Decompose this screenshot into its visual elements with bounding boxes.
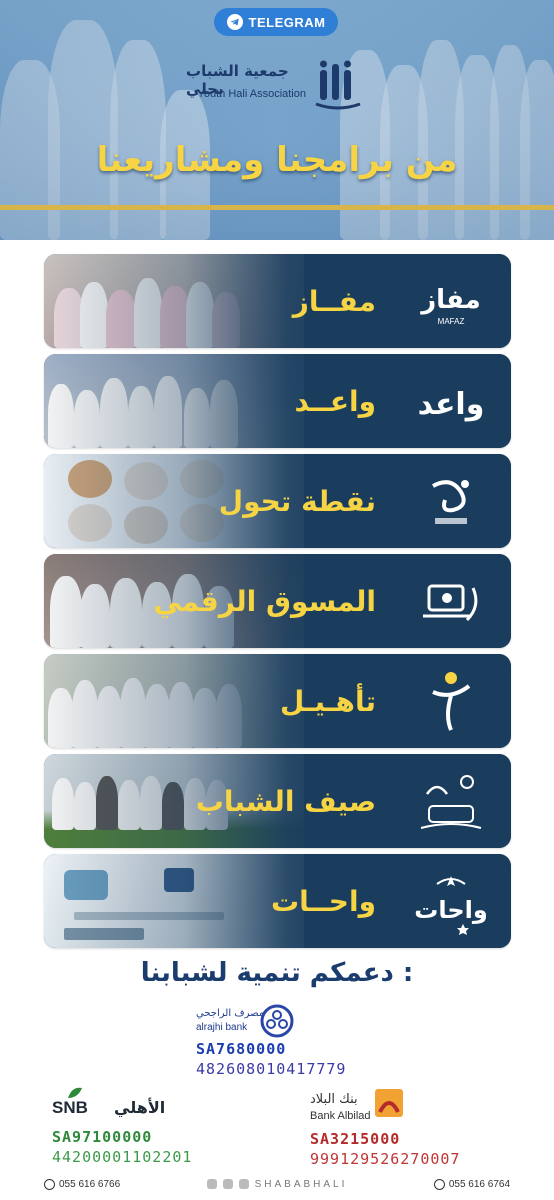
social-icon [206,1179,217,1189]
program-name: واحــات [271,884,376,918]
iban-prefix[interactable]: SA97100000 [52,1128,152,1146]
program-card-turning-point[interactable]: نقطة تحول [44,454,511,548]
mafaz-icon: مفاز MAFAZ [411,266,491,336]
support-title: دعمكم تنمية لشبابنا : [140,958,414,988]
program-name: المسوق الرقمي [153,584,376,618]
iban-number[interactable]: 44200001102201 [52,1148,192,1166]
iban-prefix[interactable]: SA3215000 [310,1130,400,1148]
youth-summer-icon [411,766,491,836]
phone-number: 055 616 6766 [59,1178,121,1190]
program-card-youth-summer[interactable]: صيف الشباب [44,754,511,848]
program-name: مفــاز [292,284,376,318]
program-name: نقطة تحول [218,484,376,518]
association-logo: جمعية الشباب بحلي Youth Hali Association [186,56,366,112]
svg-text:واعد: واعد [418,387,485,422]
iban-number[interactable]: 482608010417779 [196,1060,346,1078]
telegram-button[interactable]: TELEGRAM [214,8,338,36]
iban-number[interactable]: 999129526270007 [310,1150,460,1168]
bank-name-english: alrajhi bank [196,1022,248,1033]
waed-icon: واعد [411,366,491,436]
program-card-taheel[interactable]: تأهـيـل [44,654,511,748]
iban-prefix[interactable]: SA7680000 [196,1040,286,1058]
svg-text:واحات: واحات [414,896,488,924]
program-card-digital-marketer[interactable]: المسوق الرقمي [44,554,511,648]
phone-right[interactable]: 055 616 6764 [433,1178,510,1190]
social-icon [238,1179,249,1189]
svg-text:مفاز: مفاز [419,285,481,315]
digital-marketer-icon [411,566,491,636]
alrajhi-logo-icon [260,1004,294,1038]
whatsapp-icon [433,1178,445,1190]
phone-number: 055 616 6764 [448,1178,510,1190]
albilad-logo-icon [375,1089,403,1117]
social-footer: 055 616 6766 SHABABHALI 055 616 6764 [0,1174,554,1194]
gold-divider [0,205,554,210]
program-card-wahat[interactable]: واحــات واحات [44,854,511,948]
program-card-mafaz[interactable]: مفــاز مفاز MAFAZ [44,254,511,348]
telegram-label: TELEGRAM [248,14,326,30]
bank-name-english: Bank Albilad [310,1110,371,1122]
page-title: من برامجنا ومشاريعنا [96,140,458,180]
logo-english-text: Youth Hali Association [197,88,306,100]
program-card-waed[interactable]: واعــد واعد [44,354,511,448]
bank-name-arabic: الأهلي [114,1098,166,1117]
program-name: صيف الشباب [195,784,376,818]
header-overlay [0,0,554,240]
social-handle[interactable]: SHABABHALI [255,1179,348,1190]
snb-bank-account: SNB الأهلي SA97100000 44200001102201 [52,1086,252,1166]
program-name: تأهـيـل [279,684,376,718]
social-icon [222,1179,233,1189]
turning-point-icon [411,466,491,536]
header-banner: TELEGRAM جمعية الشباب بحلي Youth Hali As… [0,0,554,240]
albilad-bank-account: بنك البلاد Bank Albilad SA3215000 999129… [310,1088,510,1168]
taheel-icon [411,666,491,736]
phone-left[interactable]: 055 616 6766 [44,1178,121,1190]
social-handles: SHABABHALI [206,1179,348,1190]
telegram-icon [226,14,243,30]
svg-text:MAFAZ: MAFAZ [438,317,465,326]
association-logo-icon [315,60,361,110]
wahat-icon: واحات [411,866,491,936]
whatsapp-icon [44,1178,55,1190]
bank-name-arabic: مصرف الراجحي [196,1008,265,1019]
program-name: واعــد [294,384,376,418]
alrajhi-bank-account: مصرف الراجحي alrajhi bank SA7680000 4826… [184,1000,404,1082]
bank-name-arabic: بنك البلاد [310,1092,358,1107]
